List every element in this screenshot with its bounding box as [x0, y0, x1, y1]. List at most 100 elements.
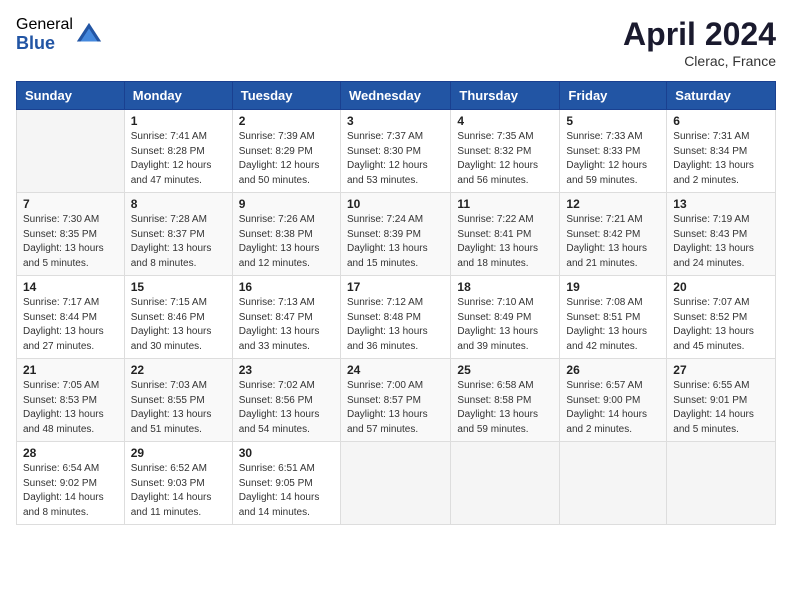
day-info: Sunrise: 6:55 AM Sunset: 9:01 PM Dayligh…	[673, 379, 769, 437]
day-number: 3	[347, 114, 444, 128]
logo-icon	[75, 21, 103, 49]
day-number: 19	[566, 280, 660, 294]
col-header-friday: Friday	[560, 82, 667, 110]
month-title: April 2024	[623, 16, 776, 53]
calendar-cell	[17, 110, 125, 193]
calendar-cell: 21 Sunrise: 7:05 AM Sunset: 8:53 PM Dayli…	[17, 359, 125, 442]
day-info: Sunrise: 7:24 AM Sunset: 8:39 PM Dayligh…	[347, 213, 444, 271]
calendar-cell: 19 Sunrise: 7:08 AM Sunset: 8:51 PM Dayli…	[560, 276, 667, 359]
calendar-cell: 17 Sunrise: 7:12 AM Sunset: 8:48 PM Dayli…	[340, 276, 450, 359]
day-info: Sunrise: 6:58 AM Sunset: 8:58 PM Dayligh…	[457, 379, 553, 437]
day-number: 8	[131, 197, 226, 211]
calendar-cell: 16 Sunrise: 7:13 AM Sunset: 8:47 PM Dayli…	[232, 276, 340, 359]
calendar-cell: 4 Sunrise: 7:35 AM Sunset: 8:32 PM Daylig…	[451, 110, 560, 193]
day-info: Sunrise: 7:07 AM Sunset: 8:52 PM Dayligh…	[673, 296, 769, 354]
day-info: Sunrise: 7:12 AM Sunset: 8:48 PM Dayligh…	[347, 296, 444, 354]
calendar-cell	[451, 442, 560, 525]
calendar-cell: 27 Sunrise: 6:55 AM Sunset: 9:01 PM Dayli…	[667, 359, 776, 442]
calendar-cell: 18 Sunrise: 7:10 AM Sunset: 8:49 PM Dayli…	[451, 276, 560, 359]
col-header-sunday: Sunday	[17, 82, 125, 110]
day-number: 21	[23, 363, 118, 377]
day-number: 29	[131, 446, 226, 460]
day-info: Sunrise: 7:26 AM Sunset: 8:38 PM Dayligh…	[239, 213, 334, 271]
day-info: Sunrise: 7:17 AM Sunset: 8:44 PM Dayligh…	[23, 296, 118, 354]
day-info: Sunrise: 7:08 AM Sunset: 8:51 PM Dayligh…	[566, 296, 660, 354]
day-info: Sunrise: 7:21 AM Sunset: 8:42 PM Dayligh…	[566, 213, 660, 271]
logo-general: General	[16, 16, 73, 34]
day-info: Sunrise: 7:03 AM Sunset: 8:55 PM Dayligh…	[131, 379, 226, 437]
day-number: 27	[673, 363, 769, 377]
day-number: 7	[23, 197, 118, 211]
day-number: 2	[239, 114, 334, 128]
day-number: 14	[23, 280, 118, 294]
calendar-cell: 28Sunrise: 6:54 AM Sunset: 9:02 PM Dayli…	[17, 442, 125, 525]
day-number: 23	[239, 363, 334, 377]
calendar-cell	[560, 442, 667, 525]
day-number: 17	[347, 280, 444, 294]
day-number: 10	[347, 197, 444, 211]
calendar-cell: 25 Sunrise: 6:58 AM Sunset: 8:58 PM Dayli…	[451, 359, 560, 442]
calendar-cell: 7 Sunrise: 7:30 AM Sunset: 8:35 PM Daylig…	[17, 193, 125, 276]
calendar-cell: 29Sunrise: 6:52 AM Sunset: 9:03 PM Dayli…	[124, 442, 232, 525]
day-info: Sunrise: 7:37 AM Sunset: 8:30 PM Dayligh…	[347, 130, 444, 188]
calendar-cell: 1Sunrise: 7:41 AM Sunset: 8:28 PM Daylig…	[124, 110, 232, 193]
calendar-cell: 6Sunrise: 7:31 AM Sunset: 8:34 PM Daylig…	[667, 110, 776, 193]
location: Clerac, France	[623, 53, 776, 69]
day-number: 25	[457, 363, 553, 377]
day-info: Sunrise: 7:19 AM Sunset: 8:43 PM Dayligh…	[673, 213, 769, 271]
day-number: 11	[457, 197, 553, 211]
col-header-saturday: Saturday	[667, 82, 776, 110]
day-number: 9	[239, 197, 334, 211]
calendar-cell: 30 Sunrise: 6:51 AM Sunset: 9:05 PM Dayli…	[232, 442, 340, 525]
day-info: Sunrise: 7:13 AM Sunset: 8:47 PM Dayligh…	[239, 296, 334, 354]
calendar-cell: 20 Sunrise: 7:07 AM Sunset: 8:52 PM Dayli…	[667, 276, 776, 359]
calendar-cell: 8 Sunrise: 7:28 AM Sunset: 8:37 PM Daylig…	[124, 193, 232, 276]
calendar-cell	[340, 442, 450, 525]
day-info: Sunrise: 7:22 AM Sunset: 8:41 PM Dayligh…	[457, 213, 553, 271]
day-number: 4	[457, 114, 553, 128]
calendar-cell: 3 Sunrise: 7:37 AM Sunset: 8:30 PM Daylig…	[340, 110, 450, 193]
day-info: Sunrise: 7:15 AM Sunset: 8:46 PM Dayligh…	[131, 296, 226, 354]
day-number: 28	[23, 446, 118, 460]
calendar-table: SundayMondayTuesdayWednesdayThursdayFrid…	[16, 81, 776, 525]
day-info: Sunrise: 6:57 AM Sunset: 9:00 PM Dayligh…	[566, 379, 660, 437]
day-info: Sunrise: 7:28 AM Sunset: 8:37 PM Dayligh…	[131, 213, 226, 271]
calendar-week-row: 7 Sunrise: 7:30 AM Sunset: 8:35 PM Daylig…	[17, 193, 776, 276]
calendar-cell: 26Sunrise: 6:57 AM Sunset: 9:00 PM Dayli…	[560, 359, 667, 442]
logo-blue: Blue	[16, 34, 73, 54]
calendar-cell: 12 Sunrise: 7:21 AM Sunset: 8:42 PM Dayli…	[560, 193, 667, 276]
day-number: 16	[239, 280, 334, 294]
calendar-cell: 11 Sunrise: 7:22 AM Sunset: 8:41 PM Dayli…	[451, 193, 560, 276]
day-number: 30	[239, 446, 334, 460]
col-header-tuesday: Tuesday	[232, 82, 340, 110]
calendar-cell: 2 Sunrise: 7:39 AM Sunset: 8:29 PM Daylig…	[232, 110, 340, 193]
day-info: Sunrise: 7:30 AM Sunset: 8:35 PM Dayligh…	[23, 213, 118, 271]
day-info: Sunrise: 7:10 AM Sunset: 8:49 PM Dayligh…	[457, 296, 553, 354]
col-header-thursday: Thursday	[451, 82, 560, 110]
calendar-week-row: 14 Sunrise: 7:17 AM Sunset: 8:44 PM Dayli…	[17, 276, 776, 359]
calendar-cell: 5 Sunrise: 7:33 AM Sunset: 8:33 PM Daylig…	[560, 110, 667, 193]
day-info: Sunrise: 7:31 AM Sunset: 8:34 PM Dayligh…	[673, 130, 769, 188]
calendar-cell	[667, 442, 776, 525]
col-header-wednesday: Wednesday	[340, 82, 450, 110]
day-number: 5	[566, 114, 660, 128]
day-number: 13	[673, 197, 769, 211]
day-info: Sunrise: 7:35 AM Sunset: 8:32 PM Dayligh…	[457, 130, 553, 188]
calendar-cell: 22Sunrise: 7:03 AM Sunset: 8:55 PM Dayli…	[124, 359, 232, 442]
day-number: 20	[673, 280, 769, 294]
calendar-header-row: SundayMondayTuesdayWednesdayThursdayFrid…	[17, 82, 776, 110]
day-number: 24	[347, 363, 444, 377]
day-number: 18	[457, 280, 553, 294]
day-number: 12	[566, 197, 660, 211]
day-info: Sunrise: 7:05 AM Sunset: 8:53 PM Dayligh…	[23, 379, 118, 437]
day-info: Sunrise: 6:51 AM Sunset: 9:05 PM Dayligh…	[239, 462, 334, 520]
calendar-week-row: 28Sunrise: 6:54 AM Sunset: 9:02 PM Dayli…	[17, 442, 776, 525]
page-header: General Blue April 2024 Clerac, France	[16, 16, 776, 69]
title-area: April 2024 Clerac, France	[623, 16, 776, 69]
day-info: Sunrise: 7:39 AM Sunset: 8:29 PM Dayligh…	[239, 130, 334, 188]
day-number: 15	[131, 280, 226, 294]
day-info: Sunrise: 7:33 AM Sunset: 8:33 PM Dayligh…	[566, 130, 660, 188]
logo: General Blue	[16, 16, 103, 53]
day-info: Sunrise: 7:00 AM Sunset: 8:57 PM Dayligh…	[347, 379, 444, 437]
calendar-cell: 9 Sunrise: 7:26 AM Sunset: 8:38 PM Daylig…	[232, 193, 340, 276]
